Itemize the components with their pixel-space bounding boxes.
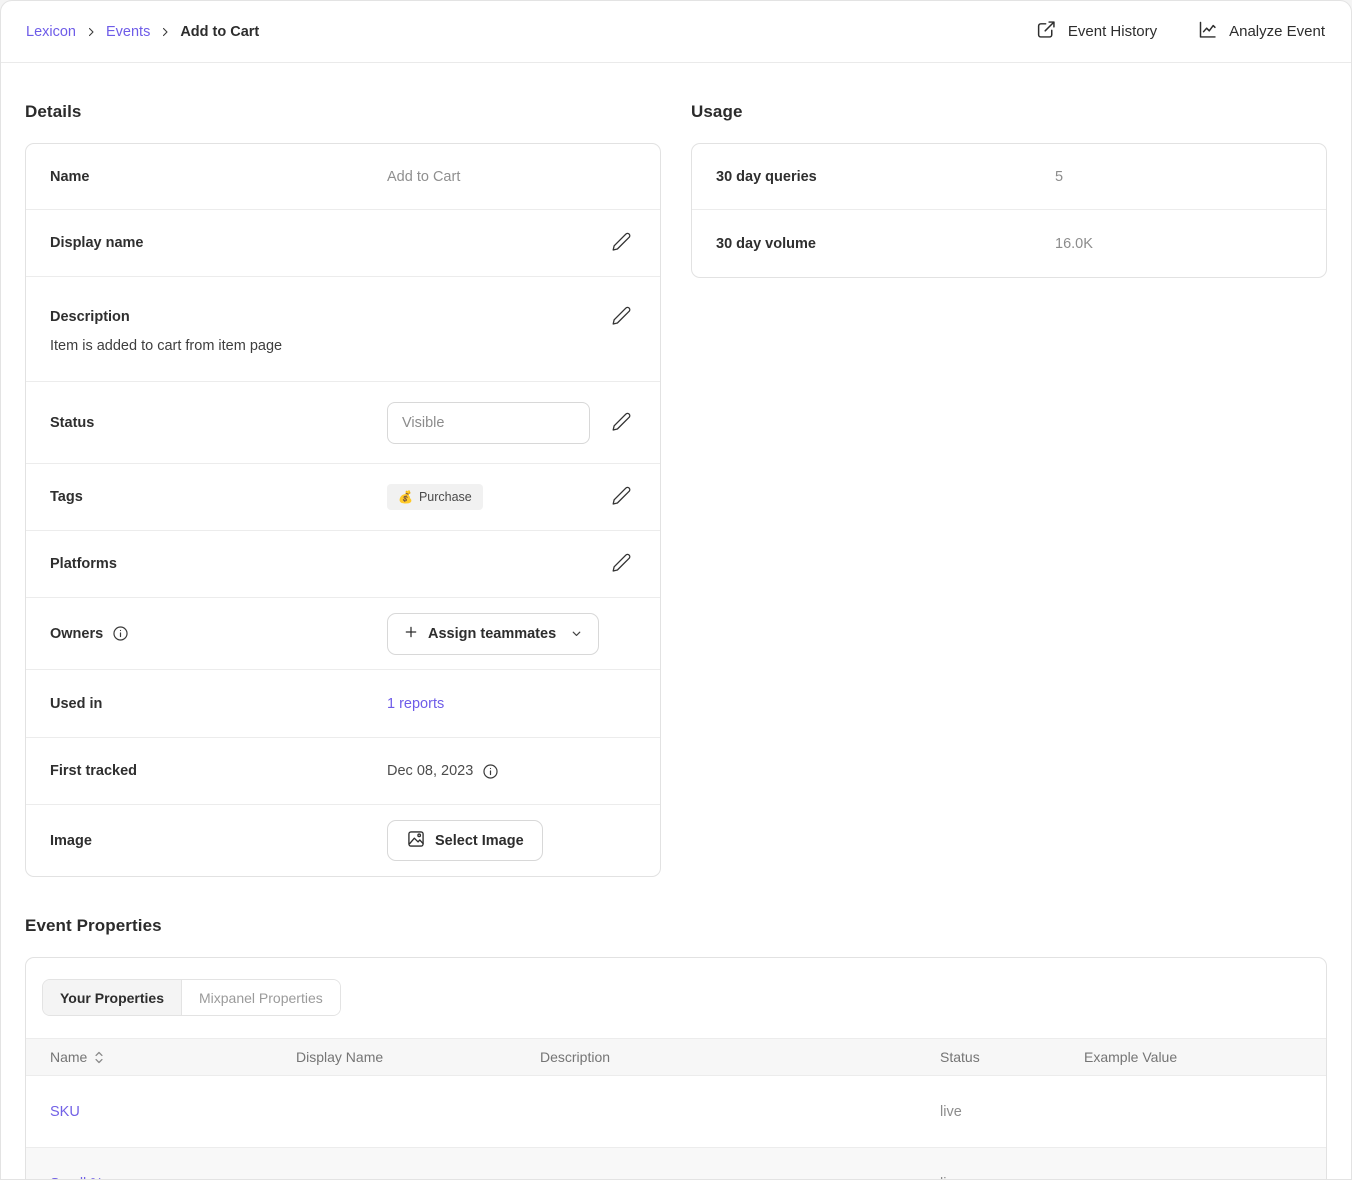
detail-row-platforms: Platforms (26, 531, 660, 598)
select-image-label: Select Image (435, 833, 524, 849)
detail-row-display-name: Display name (26, 210, 660, 277)
event-history-label: Event History (1068, 23, 1157, 40)
properties-table: Name Display Name Description Status Exa… (26, 1038, 1326, 1180)
sort-icon[interactable] (94, 1050, 104, 1065)
tab-mixpanel-properties[interactable]: Mixpanel Properties (181, 980, 340, 1015)
top-bar: Lexicon Events Add to Cart Event History (1, 1, 1351, 63)
property-status: live (916, 1104, 1060, 1120)
column-header-description: Description (516, 1049, 916, 1065)
detail-row-name: Name Add to Cart (26, 144, 660, 210)
volume-value: 16.0K (1055, 236, 1093, 252)
info-icon[interactable] (112, 625, 129, 642)
property-link-sku[interactable]: SKU (50, 1104, 80, 1120)
usage-row-queries: 30 day queries 5 (692, 144, 1326, 210)
usage-row-volume: 30 day volume 16.0K (692, 210, 1326, 277)
main-content: Details Name Add to Cart Display name (1, 63, 1351, 1180)
detail-row-used-in: Used in 1 reports (26, 670, 660, 738)
platforms-label: Platforms (50, 556, 387, 572)
event-properties-title: Event Properties (25, 916, 1327, 936)
pencil-icon (611, 305, 632, 329)
usage-title: Usage (691, 102, 1327, 122)
display-name-label: Display name (50, 235, 387, 251)
properties-tabs: Your Properties Mixpanel Properties (26, 958, 1326, 1016)
edit-description-button[interactable] (611, 305, 632, 329)
property-row-scroll[interactable]: Scroll % live (26, 1148, 1326, 1180)
edit-status-button[interactable] (611, 411, 632, 435)
detail-row-description: Description Item is added to cart from i… (26, 277, 660, 382)
event-history-button[interactable]: Event History (1036, 19, 1157, 44)
assign-teammates-label: Assign teammates (428, 626, 556, 642)
money-bag-icon: 💰 (398, 490, 413, 504)
queries-value: 5 (1055, 169, 1063, 185)
property-row-sku[interactable]: SKU live (26, 1076, 1326, 1148)
status-label: Status (50, 415, 387, 431)
pencil-icon (611, 552, 632, 576)
property-status: live (916, 1176, 1060, 1180)
column-header-display-name: Display Name (272, 1049, 516, 1065)
property-link-scroll[interactable]: Scroll % (50, 1176, 103, 1180)
name-value: Add to Cart (387, 169, 460, 185)
header-actions: Event History Analyze Event (1036, 19, 1325, 44)
image-icon (406, 829, 426, 853)
column-header-name: Name (50, 1049, 87, 1065)
external-link-icon (1036, 19, 1057, 44)
chevron-right-icon (159, 26, 171, 38)
detail-row-owners: Owners Assign teammates (26, 598, 660, 670)
first-tracked-label: First tracked (50, 763, 387, 779)
column-header-example-value: Example Value (1060, 1049, 1326, 1065)
event-properties-card: Your Properties Mixpanel Properties Name… (25, 957, 1327, 1180)
pencil-icon (611, 411, 632, 435)
description-label: Description (50, 309, 387, 325)
usage-section: Usage 30 day queries 5 30 day volume 16.… (691, 63, 1327, 278)
details-section: Details Name Add to Cart Display name (25, 63, 661, 877)
image-label: Image (50, 833, 387, 849)
detail-row-first-tracked: First tracked Dec 08, 2023 (26, 738, 660, 805)
used-in-label: Used in (50, 696, 387, 712)
detail-row-image: Image Select Image (26, 805, 660, 876)
edit-tags-button[interactable] (611, 485, 632, 509)
edit-display-name-button[interactable] (611, 231, 632, 255)
detail-row-status: Status Visible (26, 382, 660, 464)
select-image-button[interactable]: Select Image (387, 820, 543, 861)
chevron-down-icon (570, 627, 583, 640)
tag-chip-purchase[interactable]: 💰 Purchase (387, 484, 483, 510)
column-header-status: Status (916, 1049, 1060, 1065)
pencil-icon (611, 485, 632, 509)
analyze-event-label: Analyze Event (1229, 23, 1325, 40)
tab-your-properties[interactable]: Your Properties (43, 980, 181, 1015)
breadcrumb-link-lexicon[interactable]: Lexicon (26, 24, 76, 40)
volume-label: 30 day volume (716, 236, 1055, 252)
pencil-icon (611, 231, 632, 255)
plus-icon (403, 624, 419, 644)
breadcrumb: Lexicon Events Add to Cart (26, 24, 259, 40)
usage-card: 30 day queries 5 30 day volume 16.0K (691, 143, 1327, 278)
tag-chip-label: Purchase (419, 490, 472, 504)
description-value: Item is added to cart from item page (50, 338, 632, 354)
analyze-event-button[interactable]: Analyze Event (1197, 19, 1325, 44)
line-chart-icon (1197, 19, 1218, 44)
tags-label: Tags (50, 489, 387, 505)
chevron-right-icon (85, 26, 97, 38)
edit-platforms-button[interactable] (611, 552, 632, 576)
details-card: Name Add to Cart Display name (25, 143, 661, 877)
lexicon-event-page: Lexicon Events Add to Cart Event History (0, 0, 1352, 1180)
assign-teammates-button[interactable]: Assign teammates (387, 613, 599, 655)
name-label: Name (50, 169, 387, 185)
first-tracked-value: Dec 08, 2023 (387, 763, 473, 779)
info-icon[interactable] (482, 763, 499, 780)
status-input[interactable]: Visible (387, 402, 590, 444)
breadcrumb-current: Add to Cart (180, 24, 259, 40)
breadcrumb-link-events[interactable]: Events (106, 24, 150, 40)
detail-row-tags: Tags 💰 Purchase (26, 464, 660, 531)
owners-label: Owners (50, 626, 103, 642)
queries-label: 30 day queries (716, 169, 1055, 185)
details-title: Details (25, 102, 661, 122)
used-in-reports-link[interactable]: 1 reports (387, 696, 444, 712)
properties-table-header: Name Display Name Description Status Exa… (26, 1038, 1326, 1076)
